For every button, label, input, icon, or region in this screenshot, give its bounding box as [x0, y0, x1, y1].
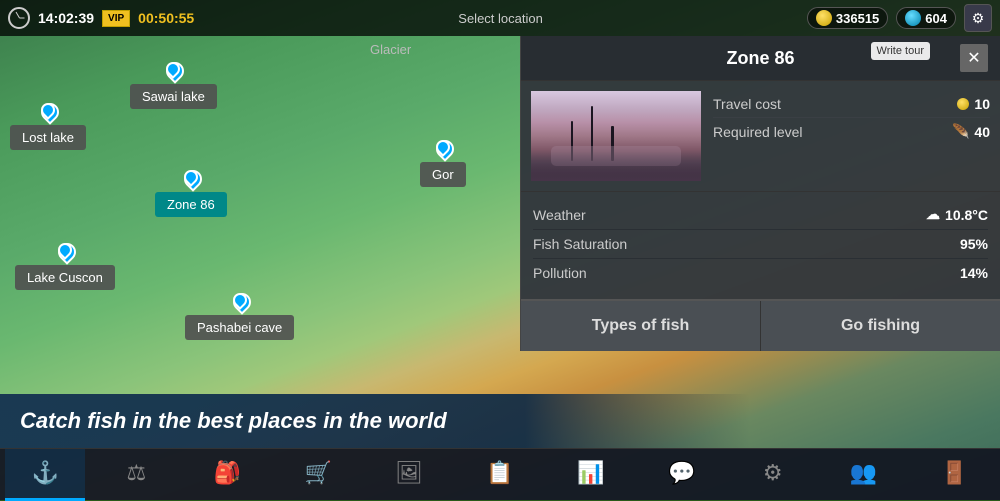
pin-label-pashabei[interactable]: Pashabei cave [185, 315, 294, 340]
nav-gallery[interactable]: 🖼 [369, 449, 449, 501]
balance-icon: ⚖ [126, 460, 146, 486]
time-display: 14:02:39 [38, 10, 94, 26]
banner-text: Catch fish in the best places in the wor… [20, 408, 447, 433]
types-of-fish-button[interactable]: Types of fish [521, 301, 761, 351]
pin-marker-lost [39, 103, 57, 125]
weather-row: Weather ☁ 10.8°C [533, 200, 988, 230]
top-bar: 14:02:39 VIP 00:50:55 Select location 33… [0, 0, 1000, 36]
zone-details: Weather ☁ 10.8°C Fish Saturation 95% Pol… [521, 191, 1000, 295]
exit-icon: 🚪 [941, 460, 968, 486]
go-fishing-button[interactable]: Go fishing [761, 301, 1000, 351]
travel-cost-label: Travel cost [713, 96, 781, 112]
bottom-nav: ⚓ ⚖ 🎒 🛒 🖼 📋 📊 💬 ⚙ 👥 🚪 [0, 448, 1000, 500]
select-location-label: Select location [458, 11, 543, 26]
stats-icon: 📊 [577, 460, 604, 486]
pollution-row: Pollution 14% [533, 259, 988, 287]
nav-gear[interactable]: ⚙ [733, 449, 813, 501]
bottom-banner: Catch fish in the best places in the wor… [0, 394, 750, 448]
gear-nav-icon: ⚙ [763, 460, 783, 486]
tooltip-bubble: Write tour [871, 42, 930, 60]
location-pin-lost[interactable]: Lost lake [10, 103, 86, 150]
coin-icon [816, 10, 832, 26]
location-pin-cuscon[interactable]: Lake Cuscon [15, 243, 115, 290]
gem-icon [905, 10, 921, 26]
zone-image-overlay [531, 151, 701, 181]
close-button[interactable]: ✕ [960, 44, 988, 72]
pollution-value: 14% [960, 265, 988, 281]
nav-chat[interactable]: 💬 [642, 449, 722, 501]
nav-shop[interactable]: 🛒 [278, 449, 358, 501]
gems-display: 604 [896, 7, 956, 29]
required-level-value: 🪶 40 [952, 123, 990, 140]
travel-cost-row: Travel cost 10 [713, 91, 990, 118]
pin-label-zone86[interactable]: Zone 86 [155, 192, 227, 217]
feather-icon: 🪶 [952, 123, 969, 140]
friends-icon: 👥 [850, 460, 877, 486]
pin-marker-pashabei [231, 293, 249, 315]
settings-icon: ⚙ [972, 10, 985, 27]
fish-saturation-label: Fish Saturation [533, 236, 627, 252]
zone-stats: Travel cost 10 Required level 🪶 40 [713, 91, 990, 181]
fish-saturation-value: 95% [960, 236, 988, 252]
small-coin-icon [957, 98, 969, 110]
fishing-icon: ⚓ [32, 460, 59, 486]
cloud-icon: ☁ [926, 206, 940, 223]
zone-content: Travel cost 10 Required level 🪶 40 [521, 81, 1000, 191]
coins-display: 336515 [807, 7, 888, 29]
required-level-row: Required level 🪶 40 [713, 118, 990, 145]
location-pin-gor[interactable]: Gor [420, 140, 466, 187]
pin-marker-sawai [164, 62, 182, 84]
chat-icon: 💬 [668, 460, 695, 486]
pin-label-lost[interactable]: Lost lake [10, 125, 86, 150]
nav-bag[interactable]: 🎒 [187, 449, 267, 501]
nav-stats[interactable]: 📊 [551, 449, 631, 501]
fish-saturation-row: Fish Saturation 95% [533, 230, 988, 259]
weather-label: Weather [533, 207, 586, 223]
location-pin-zone86[interactable]: Zone 86 [155, 170, 227, 217]
tasks-icon: 📋 [486, 460, 513, 486]
shop-icon: 🛒 [304, 460, 331, 486]
vip-badge: VIP [102, 10, 130, 27]
zone-panel: Zone 86 ✕ Travel cost 10 Required level [520, 36, 1000, 351]
zone-image [531, 91, 701, 181]
nav-fishing[interactable]: ⚓ [5, 449, 85, 501]
required-level-label: Required level [713, 124, 803, 140]
coins-value: 336515 [836, 11, 879, 26]
timer-display: 00:50:55 [138, 10, 194, 26]
nav-exit[interactable]: 🚪 [915, 449, 995, 501]
pollution-label: Pollution [533, 265, 587, 281]
pin-marker-gor [434, 140, 452, 162]
location-pin-sawai[interactable]: Sawai lake [130, 62, 217, 109]
travel-cost-value: 10 [957, 96, 990, 112]
pin-marker-zone86 [182, 170, 200, 192]
nav-tasks[interactable]: 📋 [460, 449, 540, 501]
nav-friends[interactable]: 👥 [824, 449, 904, 501]
glacier-label: Glacier [370, 42, 411, 57]
pin-label-gor[interactable]: Gor [420, 162, 466, 187]
gems-value: 604 [925, 11, 947, 26]
pin-label-cuscon[interactable]: Lake Cuscon [15, 265, 115, 290]
settings-button[interactable]: ⚙ [964, 4, 992, 32]
gallery-icon: 🖼 [395, 460, 423, 486]
location-pin-pashabei[interactable]: Pashabei cave [185, 293, 294, 340]
pin-marker-cuscon [56, 243, 74, 265]
weather-value: ☁ 10.8°C [926, 206, 988, 223]
pin-label-sawai[interactable]: Sawai lake [130, 84, 217, 109]
nav-balance[interactable]: ⚖ [96, 449, 176, 501]
bag-icon: 🎒 [214, 460, 241, 486]
zone-buttons: Types of fish Go fishing [521, 299, 1000, 351]
clock-icon [8, 7, 30, 29]
